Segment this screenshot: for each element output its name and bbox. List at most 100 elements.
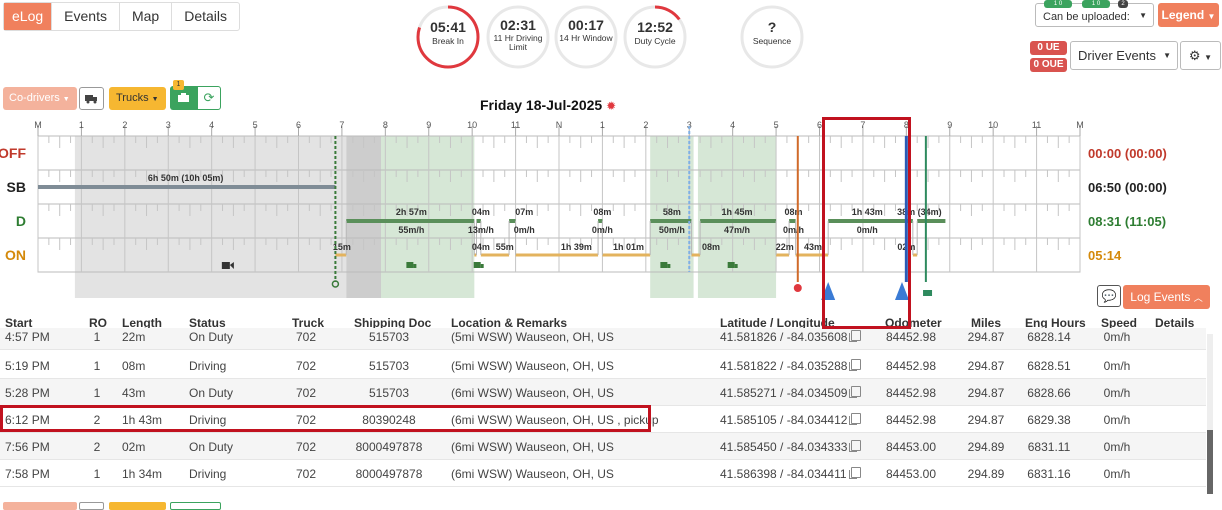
alert-icon — [793, 284, 802, 292]
hour-label: 1 — [79, 120, 84, 130]
caret-down-icon: ▼ — [62, 96, 70, 103]
cell-length: 08m — [122, 359, 146, 373]
legend-button[interactable]: Legend ▼ — [1158, 3, 1219, 27]
upload-select[interactable]: 1 0 1 0 2 Can be uploaded: ▼ — [1035, 0, 1154, 27]
cell-speed: 0m/h — [1103, 440, 1131, 454]
tab-elog[interactable]: eLog — [4, 3, 53, 30]
tab-map[interactable]: Map — [120, 3, 173, 30]
tab-details[interactable]: Details — [172, 3, 239, 30]
timer-label: Sequence — [752, 36, 792, 46]
table-row[interactable]: 5:28 PM 1 43m On Duty 702 515703 (6mi WSW) Wau… — [0, 379, 1206, 406]
table-row[interactable]: 4:57 PM 1 22m On Duty 702 515703 (5mi WSW) Wau… — [0, 328, 1206, 350]
driving-duration-label: 1h 45m — [721, 207, 752, 217]
cell-latlon: 41.585271 / -84.034509 — [720, 386, 848, 400]
hour-label: 10 — [988, 120, 998, 130]
table-row[interactable]: 7:58 PM 1 1h 34m Driving 702 8000497878 (6mi W… — [0, 460, 1206, 487]
cell-latlon: 41.585105 / -84.034412 — [720, 413, 848, 427]
cell-location: (6mi WSW) Wauseon, OH, US — [451, 386, 614, 400]
engine-button-stub[interactable] — [170, 502, 221, 510]
cell-miles: 294.89 — [967, 467, 1005, 481]
copy-icon[interactable] — [849, 467, 861, 479]
upload-pill-1: 1 0 — [1044, 0, 1072, 8]
log-events-button[interactable]: Log Events ︿ — [1123, 285, 1210, 309]
driving-duration-label: 13m/h — [468, 225, 494, 235]
cell-location: (5mi WSW) Wauseon, OH, US — [451, 359, 614, 373]
cell-doc: 8000497878 — [355, 467, 423, 481]
copy-icon[interactable] — [849, 359, 861, 371]
timer-value: 05:41 — [430, 19, 466, 35]
cell-truck: 702 — [295, 386, 317, 400]
trucks-button-stub[interactable] — [109, 502, 166, 510]
copy-icon[interactable] — [849, 440, 861, 452]
hour-label: 5 — [253, 120, 258, 130]
main-tabs: eLog Events Map Details — [3, 2, 240, 31]
timer-duty-cycle: 12:52 Duty Cycle — [622, 4, 688, 70]
cell-miles: 294.87 — [967, 330, 1005, 344]
comment-icon: 💬 — [1101, 289, 1117, 303]
cell-length: 1h 34m — [122, 467, 163, 481]
sb-duration-label: 6h 50m (10h 05m) — [148, 173, 224, 183]
cell-speed: 0m/h — [1103, 467, 1131, 481]
trucks-badge: 1 — [173, 80, 184, 90]
cell-truck: 702 — [295, 440, 317, 454]
cell-location: (6mi WSW) Wauseon, OH, US — [451, 467, 614, 481]
cell-latlon: 41.585450 / -84.034333 — [720, 440, 848, 454]
tab-events[interactable]: Events — [52, 3, 120, 30]
timer-label: Break In — [432, 36, 464, 46]
table-row[interactable]: 5:19 PM 1 08m Driving 702 515703 (5mi WSW) Wau… — [0, 352, 1206, 379]
hour-label: M — [1076, 120, 1084, 130]
timer-value: 12:52 — [637, 19, 673, 35]
hour-label: 10 — [467, 120, 477, 130]
cell-odometer: 84452.98 — [885, 413, 937, 427]
refresh-icon: ⟳ — [203, 90, 215, 105]
shade-grey-dark — [346, 136, 381, 298]
refresh-button[interactable]: ⟳ — [197, 86, 221, 110]
onduty-duration-label: 1h 39m — [561, 242, 592, 252]
table-scrollbar[interactable] — [1207, 334, 1213, 494]
cell-length: 22m — [122, 330, 146, 344]
caret-down-icon: ▼ — [1204, 53, 1213, 62]
cell-doc: 8000497878 — [355, 440, 423, 454]
timer-value: 00:17 — [568, 17, 604, 33]
truck-button-stub[interactable] — [79, 502, 104, 510]
scrollbar-thumb[interactable] — [1207, 430, 1213, 494]
codrivers-button[interactable]: Co-drivers ▼ — [3, 87, 77, 110]
cell-ro: 1 — [93, 359, 101, 373]
timer-break-in: 05:41 Break In — [415, 4, 481, 70]
upload-label: Can be uploaded: — [1043, 11, 1130, 23]
hour-label: 4 — [209, 120, 214, 130]
cell-truck: 702 — [295, 359, 317, 373]
copy-icon[interactable] — [849, 330, 861, 342]
cell-start: 5:28 PM — [5, 386, 50, 400]
driving-duration-label: 04m — [472, 207, 490, 217]
driving-duration-label: 2h 57m — [396, 207, 427, 217]
camera-icon — [221, 262, 230, 269]
truck-icon — [727, 262, 735, 268]
trucks-label: Trucks — [116, 92, 149, 104]
copy-icon[interactable] — [849, 386, 861, 398]
timer-label: 11 Hr Driving Limit — [493, 33, 543, 52]
copy-icon[interactable] — [849, 413, 861, 425]
engine-button[interactable]: 1 — [170, 80, 197, 110]
cell-ro: 1 — [93, 467, 101, 481]
onduty-duration-label: 08m — [702, 242, 720, 252]
hour-label: 11 — [511, 120, 520, 130]
truck-icon-button[interactable] — [79, 87, 104, 110]
settings-button[interactable]: ⚙ ▼ — [1180, 41, 1221, 70]
driver-events-select[interactable]: Driver Events ▼ — [1070, 41, 1178, 70]
cell-odometer: 84453.00 — [885, 440, 937, 454]
caret-down-icon: ▼ — [151, 96, 159, 103]
cell-length: 02m — [122, 440, 146, 454]
codrivers-button-stub[interactable] — [3, 502, 77, 510]
hour-label: M — [34, 120, 42, 130]
comment-button[interactable]: 💬 — [1097, 285, 1121, 307]
cell-status: Driving — [189, 359, 227, 373]
cell-status: Driving — [189, 467, 227, 481]
trucks-button[interactable]: Trucks ▼ — [109, 87, 166, 110]
table-row[interactable]: 7:56 PM 2 02m On Duty 702 8000497878 (6mi WSW)… — [0, 433, 1206, 460]
upload-pill-2: 1 0 — [1082, 0, 1110, 8]
cell-start: 5:19 PM — [5, 359, 50, 373]
cell-latlon: 41.581822 / -84.035288 — [720, 359, 848, 373]
alert-star-icon: ✹ — [606, 99, 617, 113]
driving-duration-label: 55m/h — [398, 225, 424, 235]
